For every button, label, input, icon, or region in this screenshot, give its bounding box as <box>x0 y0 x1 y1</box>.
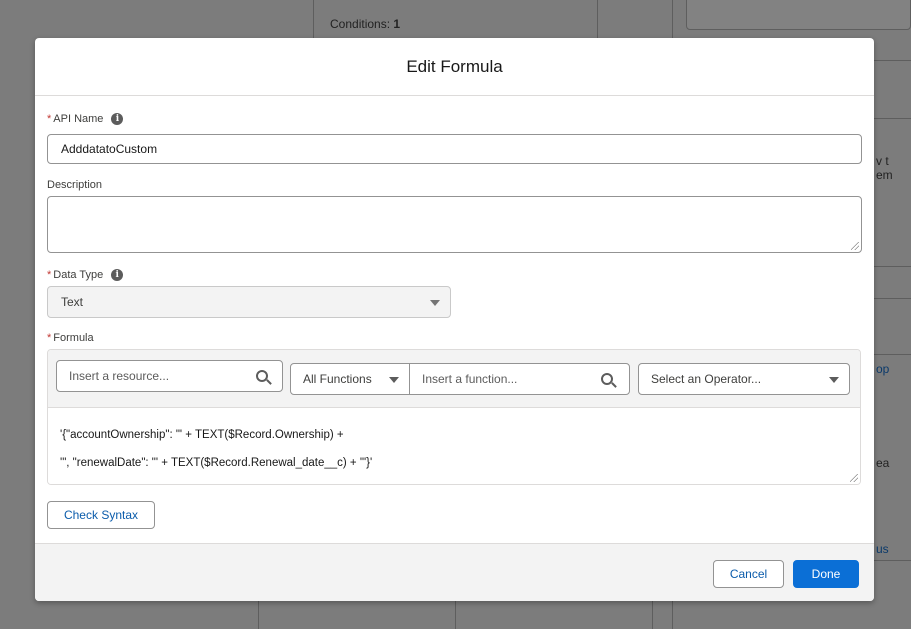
resource-search-input[interactable]: Insert a resource... <box>56 360 283 392</box>
done-button[interactable]: Done <box>793 560 859 588</box>
chevron-down-icon <box>829 377 839 383</box>
edit-formula-modal: Edit Formula * API Name i AdddatatoCusto… <box>35 38 874 601</box>
search-icon[interactable] <box>256 370 268 382</box>
api-name-input[interactable]: AdddatatoCustom <box>47 134 862 164</box>
required-mark: * <box>47 269 52 281</box>
api-name-label-text: API Name <box>53 113 104 125</box>
bg-text-fragment: em <box>876 168 893 182</box>
modal-header: Edit Formula <box>35 38 874 96</box>
modal-title: Edit Formula <box>406 56 503 76</box>
resource-placeholder: Insert a resource... <box>69 369 170 383</box>
bg-card <box>686 0 911 30</box>
functions-filter-value: All Functions <box>303 372 372 386</box>
data-type-value: Text <box>61 295 84 309</box>
bg-divider <box>874 298 911 299</box>
chevron-down-icon <box>430 300 440 306</box>
formula-editor: Insert a resource... All Functions Inser… <box>47 349 861 485</box>
formula-toolbar: Insert a resource... All Functions Inser… <box>48 350 860 408</box>
required-mark: * <box>47 113 52 125</box>
functions-filter-select[interactable]: All Functions <box>303 364 372 394</box>
chevron-down-icon[interactable] <box>389 377 399 383</box>
operator-placeholder: Select an Operator... <box>651 372 762 386</box>
bg-divider <box>455 601 456 629</box>
api-name-label: * API Name i <box>47 113 124 125</box>
bg-divider <box>258 601 259 629</box>
combo-separator <box>409 364 410 394</box>
resize-grip-icon[interactable] <box>851 242 859 250</box>
bg-divider <box>874 118 911 119</box>
function-search-input[interactable]: Insert a function... <box>422 364 517 394</box>
bg-divider <box>874 560 911 561</box>
data-type-label: * Data Type i <box>47 269 124 281</box>
resize-grip-icon[interactable] <box>850 474 858 482</box>
bg-divider <box>874 354 911 355</box>
formula-line: '{"accountOwnership": "' + TEXT($Record.… <box>60 429 344 441</box>
operator-select[interactable]: Select an Operator... <box>638 363 850 395</box>
bg-divider <box>874 266 911 267</box>
cancel-button[interactable]: Cancel <box>713 560 784 588</box>
bg-conditions-text: Conditions: 1 <box>330 17 400 31</box>
search-icon[interactable] <box>601 373 613 385</box>
function-combobox: All Functions Insert a function... <box>290 363 630 395</box>
bg-conditions-count: 1 <box>393 17 401 31</box>
required-mark: * <box>47 332 52 344</box>
bg-divider <box>597 0 598 40</box>
bg-divider <box>313 0 314 40</box>
modal-body: * API Name i AdddatatoCustom Description… <box>35 97 874 543</box>
formula-label: * Formula <box>47 332 94 344</box>
formula-textarea[interactable]: '{"accountOwnership": "' + TEXT($Record.… <box>48 409 860 484</box>
modal-footer: Cancel Done <box>35 543 874 601</box>
info-icon[interactable]: i <box>111 269 124 281</box>
formula-line: '", "renewalDate": "' + TEXT($Record.Ren… <box>60 457 373 469</box>
formula-label-text: Formula <box>53 332 94 344</box>
description-textarea[interactable] <box>47 196 862 253</box>
description-label-text: Description <box>47 179 103 191</box>
bg-text-fragment: ea <box>876 456 890 470</box>
api-name-value: AdddatatoCustom <box>61 142 158 156</box>
data-type-label-text: Data Type <box>53 269 104 281</box>
function-placeholder: Insert a function... <box>422 372 518 386</box>
bg-conditions-label: Conditions: <box>330 17 391 31</box>
description-label: Description <box>47 179 102 191</box>
bg-text-fragment: us <box>876 542 889 556</box>
bg-text-fragment: v t <box>876 154 889 168</box>
bg-divider <box>874 60 911 61</box>
check-syntax-button[interactable]: Check Syntax <box>47 501 155 529</box>
bg-divider <box>652 601 653 629</box>
info-icon[interactable]: i <box>111 113 124 125</box>
bg-text-fragment: op <box>876 362 890 376</box>
data-type-select: Text <box>47 286 451 318</box>
